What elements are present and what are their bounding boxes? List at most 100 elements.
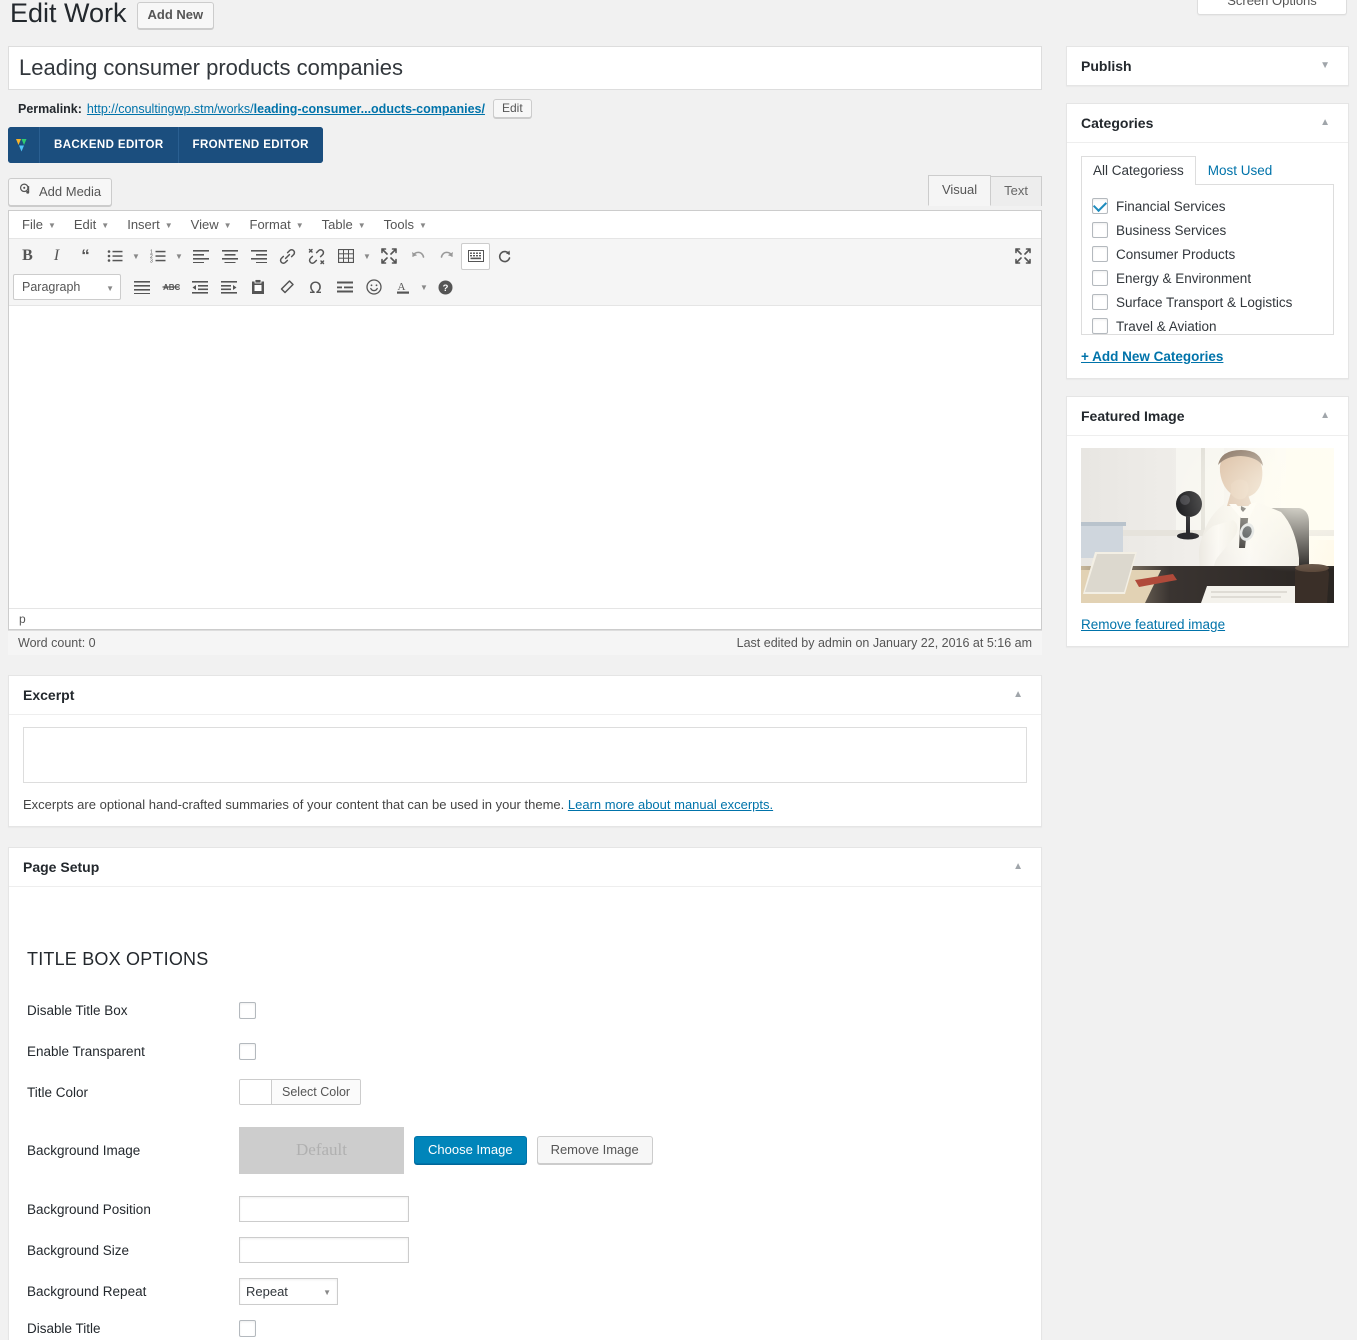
read-more-icon[interactable]: [330, 274, 359, 301]
field-label: Title Color: [27, 1084, 89, 1100]
field-control: Select Color: [239, 1079, 362, 1106]
link-icon[interactable]: [273, 243, 302, 270]
featured-image-panel-header[interactable]: Featured Image ▲: [1067, 397, 1348, 436]
field-label: Disable Title: [27, 1320, 101, 1336]
bold-icon[interactable]: B: [13, 243, 42, 270]
screen-options-button[interactable]: Screen Options: [1197, 0, 1347, 15]
bullet-list-icon[interactable]: [100, 243, 129, 270]
menu-format[interactable]: Format ▼: [241, 214, 313, 235]
chevron-up-icon[interactable]: ▲: [1314, 409, 1336, 423]
kitchen-sink-icon[interactable]: [461, 242, 490, 270]
justify-icon[interactable]: [127, 274, 156, 301]
svg-text:A: A: [397, 281, 405, 293]
post-title-input[interactable]: [8, 46, 1042, 90]
tab-text[interactable]: Text: [990, 176, 1042, 206]
category-checkbox-financial-services[interactable]: [1092, 198, 1108, 214]
category-checkbox-energy-environment[interactable]: [1092, 270, 1108, 286]
categories-panel-header[interactable]: Categories ▲: [1067, 104, 1348, 143]
menu-insert[interactable]: Insert ▼: [118, 214, 181, 235]
excerpt-help-link[interactable]: Learn more about manual excerpts.: [568, 797, 773, 812]
featured-image-thumbnail[interactable]: [1081, 448, 1334, 603]
publish-panel-header[interactable]: Publish ▼: [1067, 47, 1348, 85]
redo-icon[interactable]: [432, 243, 461, 270]
visual-composer-logo-icon: [8, 127, 40, 163]
indent-icon[interactable]: [214, 274, 243, 301]
select-color-button[interactable]: Select Color: [272, 1080, 361, 1105]
category-label: Financial Services: [1116, 198, 1226, 214]
category-checkbox-travel-aviation[interactable]: [1092, 318, 1108, 334]
outdent-icon[interactable]: [185, 274, 214, 301]
italic-icon[interactable]: I: [42, 243, 71, 270]
chevron-up-icon[interactable]: ▲: [1314, 116, 1336, 130]
categories-panel-body: All Categoriess Most Used Financial Serv…: [1067, 143, 1348, 378]
unlink-icon[interactable]: [302, 243, 331, 270]
page-setup-panel-header[interactable]: Page Setup ▲: [9, 848, 1041, 887]
background-repeat-select[interactable]: Repeat ▼: [239, 1277, 338, 1305]
emoji-icon[interactable]: [359, 274, 388, 301]
tab-visual[interactable]: Visual: [927, 175, 992, 206]
disable-title-checkbox[interactable]: [239, 1319, 256, 1337]
editor-content-area[interactable]: [9, 305, 1041, 608]
chevron-down-icon: ▼: [101, 220, 110, 230]
help-icon[interactable]: ?: [431, 274, 460, 301]
chevron-down-icon[interactable]: ▼: [1314, 59, 1336, 73]
category-checkbox-surface-transport-logistics[interactable]: [1092, 294, 1108, 310]
align-left-icon[interactable]: [186, 243, 215, 270]
table-dropdown-icon[interactable]: ▼: [360, 243, 374, 270]
add-media-button[interactable]: Add Media: [8, 177, 113, 206]
enable-transparent-checkbox[interactable]: [239, 1042, 256, 1060]
clear-formatting-icon[interactable]: [272, 274, 301, 301]
background-size-input[interactable]: [239, 1237, 409, 1264]
bullet-list-dropdown-icon[interactable]: ▼: [129, 243, 143, 270]
category-item: Business Services: [1092, 218, 1323, 242]
distraction-free-icon[interactable]: [1008, 243, 1037, 270]
category-checkbox-business-services[interactable]: [1092, 222, 1108, 238]
align-center-icon[interactable]: [215, 243, 244, 270]
remove-image-button[interactable]: Remove Image: [536, 1136, 653, 1165]
disable-title-box-checkbox[interactable]: [239, 1001, 256, 1019]
format-select[interactable]: Paragraph ▼: [13, 274, 121, 301]
strikethrough-icon[interactable]: ABC: [156, 274, 185, 301]
edit-permalink-button[interactable]: Edit: [492, 99, 532, 118]
menu-edit[interactable]: Edit ▼: [65, 214, 118, 235]
permalink-base: http://consultingwp.stm/works/: [86, 101, 254, 116]
featured-image-panel-body: Remove featured image: [1067, 436, 1348, 646]
categories-list[interactable]: Financial Services Business Services Con…: [1081, 185, 1334, 335]
field-control: [239, 1319, 256, 1337]
backend-editor-button[interactable]: BACKEND EDITOR: [40, 127, 179, 163]
svg-text:?: ?: [443, 283, 449, 294]
title-color-picker[interactable]: Select Color: [239, 1079, 362, 1106]
menu-view[interactable]: View ▼: [182, 214, 241, 235]
blockquote-icon[interactable]: “: [71, 243, 100, 270]
chevron-up-icon[interactable]: ▲: [1007, 688, 1029, 702]
category-checkbox-consumer-products[interactable]: [1092, 246, 1108, 262]
undo-icon[interactable]: [403, 243, 432, 270]
refresh-icon[interactable]: [490, 243, 519, 270]
permalink-link[interactable]: http://consultingwp.stm/works/leading-co…: [87, 102, 485, 116]
excerpt-panel-header[interactable]: Excerpt ▲: [9, 676, 1041, 715]
table-icon[interactable]: [331, 243, 360, 270]
category-item: Travel & Aviation: [1092, 314, 1323, 334]
excerpt-textarea[interactable]: [23, 726, 1027, 783]
special-character-icon[interactable]: Ω: [301, 274, 330, 301]
numbered-list-icon[interactable]: 123: [143, 243, 172, 270]
menu-file[interactable]: File ▼: [13, 214, 65, 235]
menu-table[interactable]: Table ▼: [313, 214, 375, 235]
chevron-down-icon: ▼: [323, 1287, 331, 1297]
paste-as-text-icon[interactable]: [243, 274, 272, 301]
add-new-categories-link[interactable]: + Add New Categories: [1081, 349, 1334, 364]
menu-tools[interactable]: Tools ▼: [375, 214, 436, 235]
fullscreen-icon[interactable]: [374, 243, 403, 270]
text-color-dropdown-icon[interactable]: ▼: [417, 274, 431, 301]
remove-featured-image-link[interactable]: Remove featured image: [1081, 617, 1334, 632]
tab-most-used[interactable]: Most Used: [1196, 156, 1285, 185]
numbered-list-dropdown-icon[interactable]: ▼: [172, 243, 186, 270]
add-new-button[interactable]: Add New: [136, 1, 215, 30]
align-right-icon[interactable]: [244, 243, 273, 270]
tab-all-categories[interactable]: All Categoriess: [1081, 156, 1196, 185]
background-position-input[interactable]: [239, 1196, 409, 1223]
choose-image-button[interactable]: Choose Image: [414, 1136, 527, 1165]
chevron-up-icon[interactable]: ▲: [1007, 860, 1029, 874]
frontend-editor-button[interactable]: FRONTEND EDITOR: [178, 127, 323, 163]
text-color-icon[interactable]: A: [388, 274, 417, 301]
